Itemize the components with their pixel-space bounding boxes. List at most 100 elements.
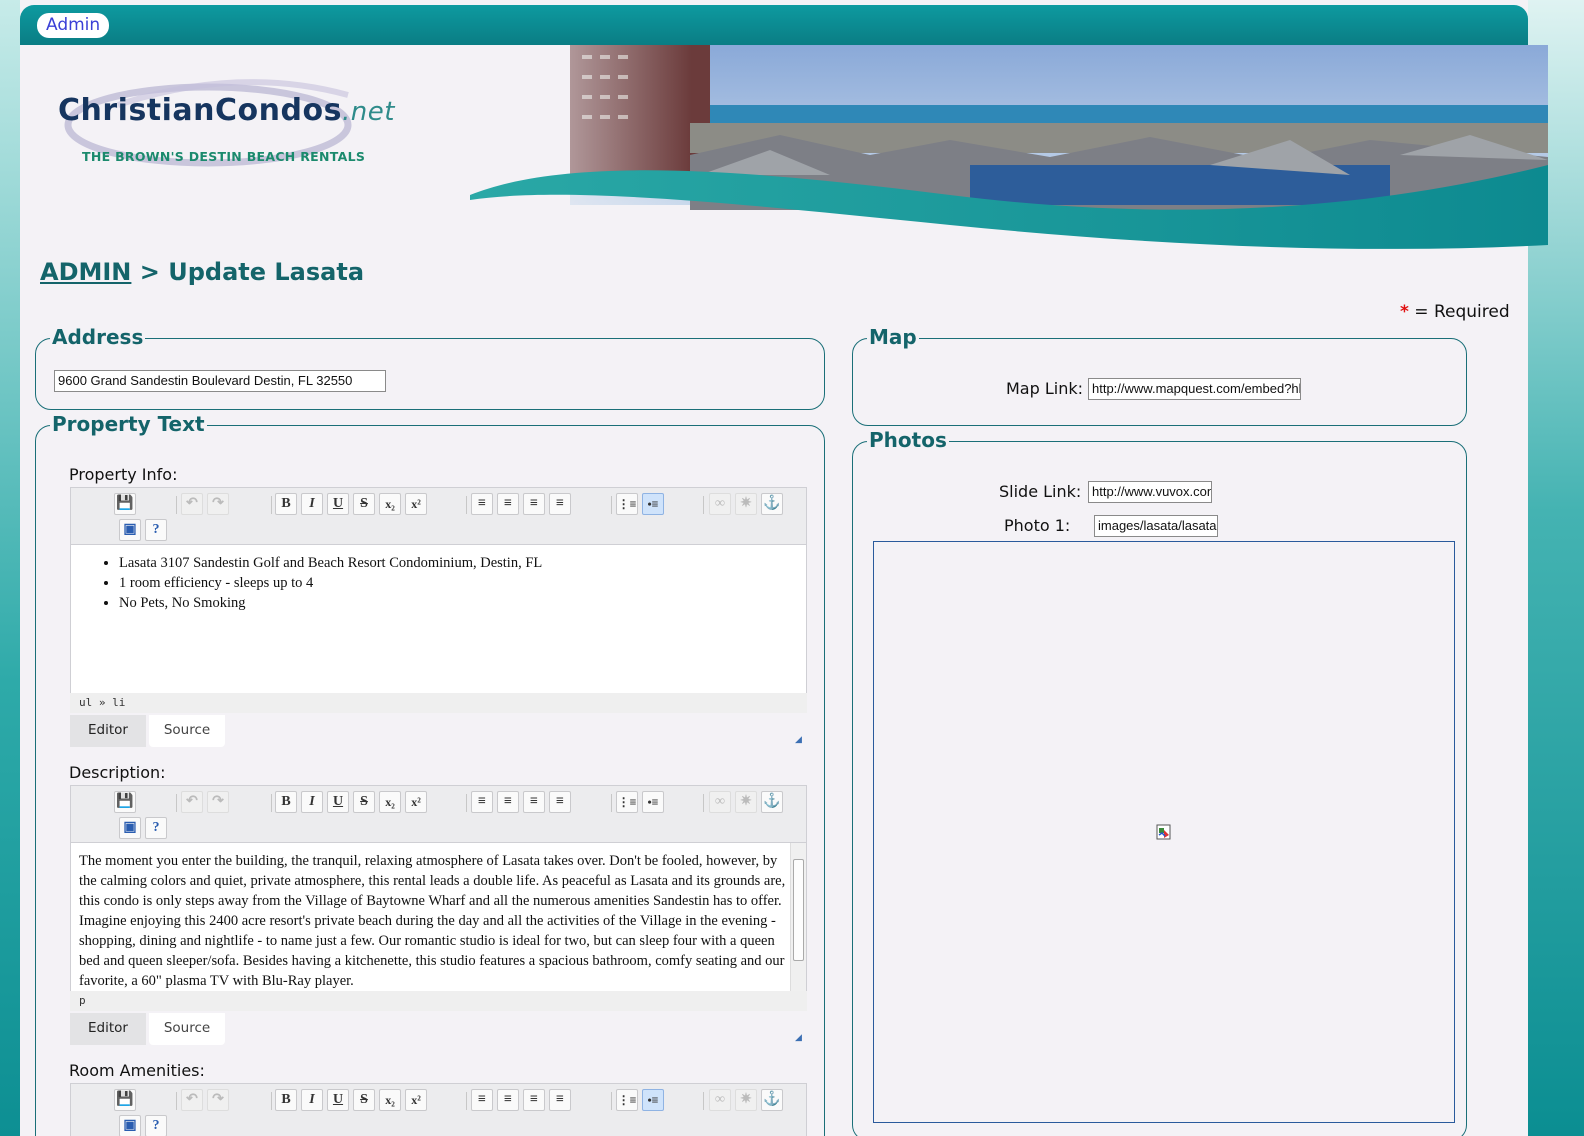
link-icon[interactable]: ∞ (709, 493, 731, 515)
address-legend: Address (50, 325, 146, 349)
align-center-icon[interactable]: ≡ (497, 1089, 519, 1111)
align-right-icon[interactable]: ≡ (523, 791, 545, 813)
list-item: 1 room efficiency - sleeps up to 4 (119, 573, 806, 593)
anchor-icon[interactable]: ⚓ (761, 493, 783, 515)
site-header: ChristianCondos.net THE BROWN'S DESTIN B… (20, 45, 1548, 255)
redo-icon[interactable]: ↷ (207, 791, 229, 813)
site-logo[interactable]: ChristianCondos.net THE BROWN'S DESTIN B… (58, 65, 398, 185)
subscript-button[interactable]: x₂ (379, 493, 401, 515)
page: Admin ChristianCondos.net THE BROWN'S DE… (20, 0, 1548, 1136)
help-icon[interactable]: ? (145, 519, 167, 541)
align-justify-icon[interactable]: ≡ (549, 1089, 571, 1111)
help-icon[interactable]: ? (145, 817, 167, 839)
admin-link[interactable]: Admin (37, 13, 110, 38)
underline-button[interactable]: U (327, 791, 349, 813)
strikethrough-button[interactable]: S (353, 791, 375, 813)
description-content[interactable]: The moment you enter the building, the t… (70, 843, 807, 991)
subscript-button[interactable]: x₂ (379, 791, 401, 813)
strikethrough-button[interactable]: S (353, 1089, 375, 1111)
logo-title: ChristianCondos.net (58, 93, 395, 128)
link-icon[interactable]: ∞ (709, 791, 731, 813)
underline-button[interactable]: U (327, 1089, 349, 1111)
save-icon[interactable]: 💾 (114, 493, 136, 515)
align-left-icon[interactable]: ≡ (471, 791, 493, 813)
property-info-editor: 💾 ↶ ↷ B I U S x₂ x² ≡ ≡ ≡ ≡ ⋮≡ •≡ ∞ ✷ ⚓ … (70, 487, 807, 747)
editor-toolbar: 💾 ↶ ↷ B I U S x₂ x² ≡ ≡ ≡ ≡ ⋮≡ •≡ ∞ ✷ ⚓ … (70, 487, 807, 545)
link-icon[interactable]: ∞ (709, 1089, 731, 1111)
redo-icon[interactable]: ↷ (207, 493, 229, 515)
description-scrollbar[interactable] (790, 843, 806, 991)
editor-toolbar: 💾 ↶ ↷ B I U S x₂ x² ≡ ≡ ≡ ≡ ⋮≡ •≡ ∞ ✷ ⚓ … (70, 785, 807, 843)
tab-editor[interactable]: Editor (70, 1013, 146, 1045)
tab-source[interactable]: Source (149, 715, 225, 747)
undo-icon[interactable]: ↶ (181, 1089, 203, 1111)
fullscreen-icon[interactable]: ▣ (119, 817, 141, 839)
ordered-list-icon[interactable]: ⋮≡ (616, 493, 638, 515)
address-fieldset: Address 9600 Grand Sandestin Boulevard D… (35, 325, 825, 410)
underline-button[interactable]: U (327, 493, 349, 515)
align-center-icon[interactable]: ≡ (497, 493, 519, 515)
slide-link-input[interactable]: http://www.vuvox.con (1088, 481, 1212, 503)
align-justify-icon[interactable]: ≡ (549, 493, 571, 515)
slide-link-label: Slide Link: (999, 482, 1082, 501)
fullscreen-icon[interactable]: ▣ (119, 1115, 141, 1136)
unordered-list-icon[interactable]: •≡ (642, 493, 664, 515)
unlink-icon[interactable]: ✷ (735, 1089, 757, 1111)
unlink-icon[interactable]: ✷ (735, 493, 757, 515)
editor-toolbar: 💾 ↶ ↷ B I U S x₂ x² ≡ ≡ ≡ ≡ ⋮≡ •≡ ∞ ✷ ⚓ … (70, 1083, 807, 1136)
unlink-icon[interactable]: ✷ (735, 791, 757, 813)
map-link-label: Map Link: (1006, 379, 1084, 398)
subscript-button[interactable]: x₂ (379, 1089, 401, 1111)
fullscreen-icon[interactable]: ▣ (119, 519, 141, 541)
photo1-input[interactable]: images/lasata/lasata (1094, 515, 1218, 537)
required-star: * (1400, 302, 1409, 322)
save-icon[interactable]: 💾 (114, 1089, 136, 1111)
bold-button[interactable]: B (275, 791, 297, 813)
scrollbar-thumb[interactable] (793, 859, 804, 961)
description-editor: 💾 ↶ ↷ B I U S x₂ x² ≡ ≡ ≡ ≡ ⋮≡ •≡ ∞ ✷ ⚓ … (70, 785, 807, 1045)
align-justify-icon[interactable]: ≡ (549, 791, 571, 813)
save-icon[interactable]: 💾 (114, 791, 136, 813)
property-info-label: Property Info: (69, 465, 178, 484)
map-link-input[interactable]: http://www.mapquest.com/embed?hl (1088, 378, 1301, 400)
italic-button[interactable]: I (301, 493, 323, 515)
superscript-button[interactable]: x² (405, 493, 427, 515)
bold-button[interactable]: B (275, 1089, 297, 1111)
anchor-icon[interactable]: ⚓ (761, 791, 783, 813)
superscript-button[interactable]: x² (405, 791, 427, 813)
align-right-icon[interactable]: ≡ (523, 493, 545, 515)
list-item: No Pets, No Smoking (119, 593, 806, 613)
property-info-list: Lasata 3107 Sandestin Golf and Beach Res… (71, 545, 806, 613)
tab-source[interactable]: Source (149, 1013, 225, 1045)
breadcrumb-current: Update Lasata (168, 258, 365, 286)
align-left-icon[interactable]: ≡ (471, 493, 493, 515)
property-text-legend: Property Text (50, 412, 207, 436)
bold-button[interactable]: B (275, 493, 297, 515)
align-center-icon[interactable]: ≡ (497, 791, 519, 813)
italic-button[interactable]: I (301, 1089, 323, 1111)
ordered-list-icon[interactable]: ⋮≡ (616, 1089, 638, 1111)
broken-image-icon (1156, 824, 1171, 840)
resize-handle-icon[interactable]: ◢ (795, 1033, 803, 1043)
undo-icon[interactable]: ↶ (181, 791, 203, 813)
undo-icon[interactable]: ↶ (181, 493, 203, 515)
top-bar: Admin (20, 5, 1528, 45)
page-background-left (0, 0, 20, 1136)
tab-editor[interactable]: Editor (70, 715, 146, 747)
italic-button[interactable]: I (301, 791, 323, 813)
align-left-icon[interactable]: ≡ (471, 1089, 493, 1111)
align-right-icon[interactable]: ≡ (523, 1089, 545, 1111)
unordered-list-icon[interactable]: •≡ (642, 1089, 664, 1111)
address-input[interactable]: 9600 Grand Sandestin Boulevard Destin, F… (54, 370, 386, 392)
strikethrough-button[interactable]: S (353, 493, 375, 515)
help-icon[interactable]: ? (145, 1115, 167, 1136)
superscript-button[interactable]: x² (405, 1089, 427, 1111)
property-info-content[interactable]: Lasata 3107 Sandestin Golf and Beach Res… (70, 545, 807, 693)
anchor-icon[interactable]: ⚓ (761, 1089, 783, 1111)
resize-handle-icon[interactable]: ◢ (795, 735, 803, 745)
redo-icon[interactable]: ↷ (207, 1089, 229, 1111)
ordered-list-icon[interactable]: ⋮≡ (616, 791, 638, 813)
unordered-list-icon[interactable]: •≡ (642, 791, 664, 813)
room-amenities-label: Room Amenities: (69, 1061, 205, 1080)
breadcrumb-admin-link[interactable]: ADMIN (40, 258, 131, 286)
